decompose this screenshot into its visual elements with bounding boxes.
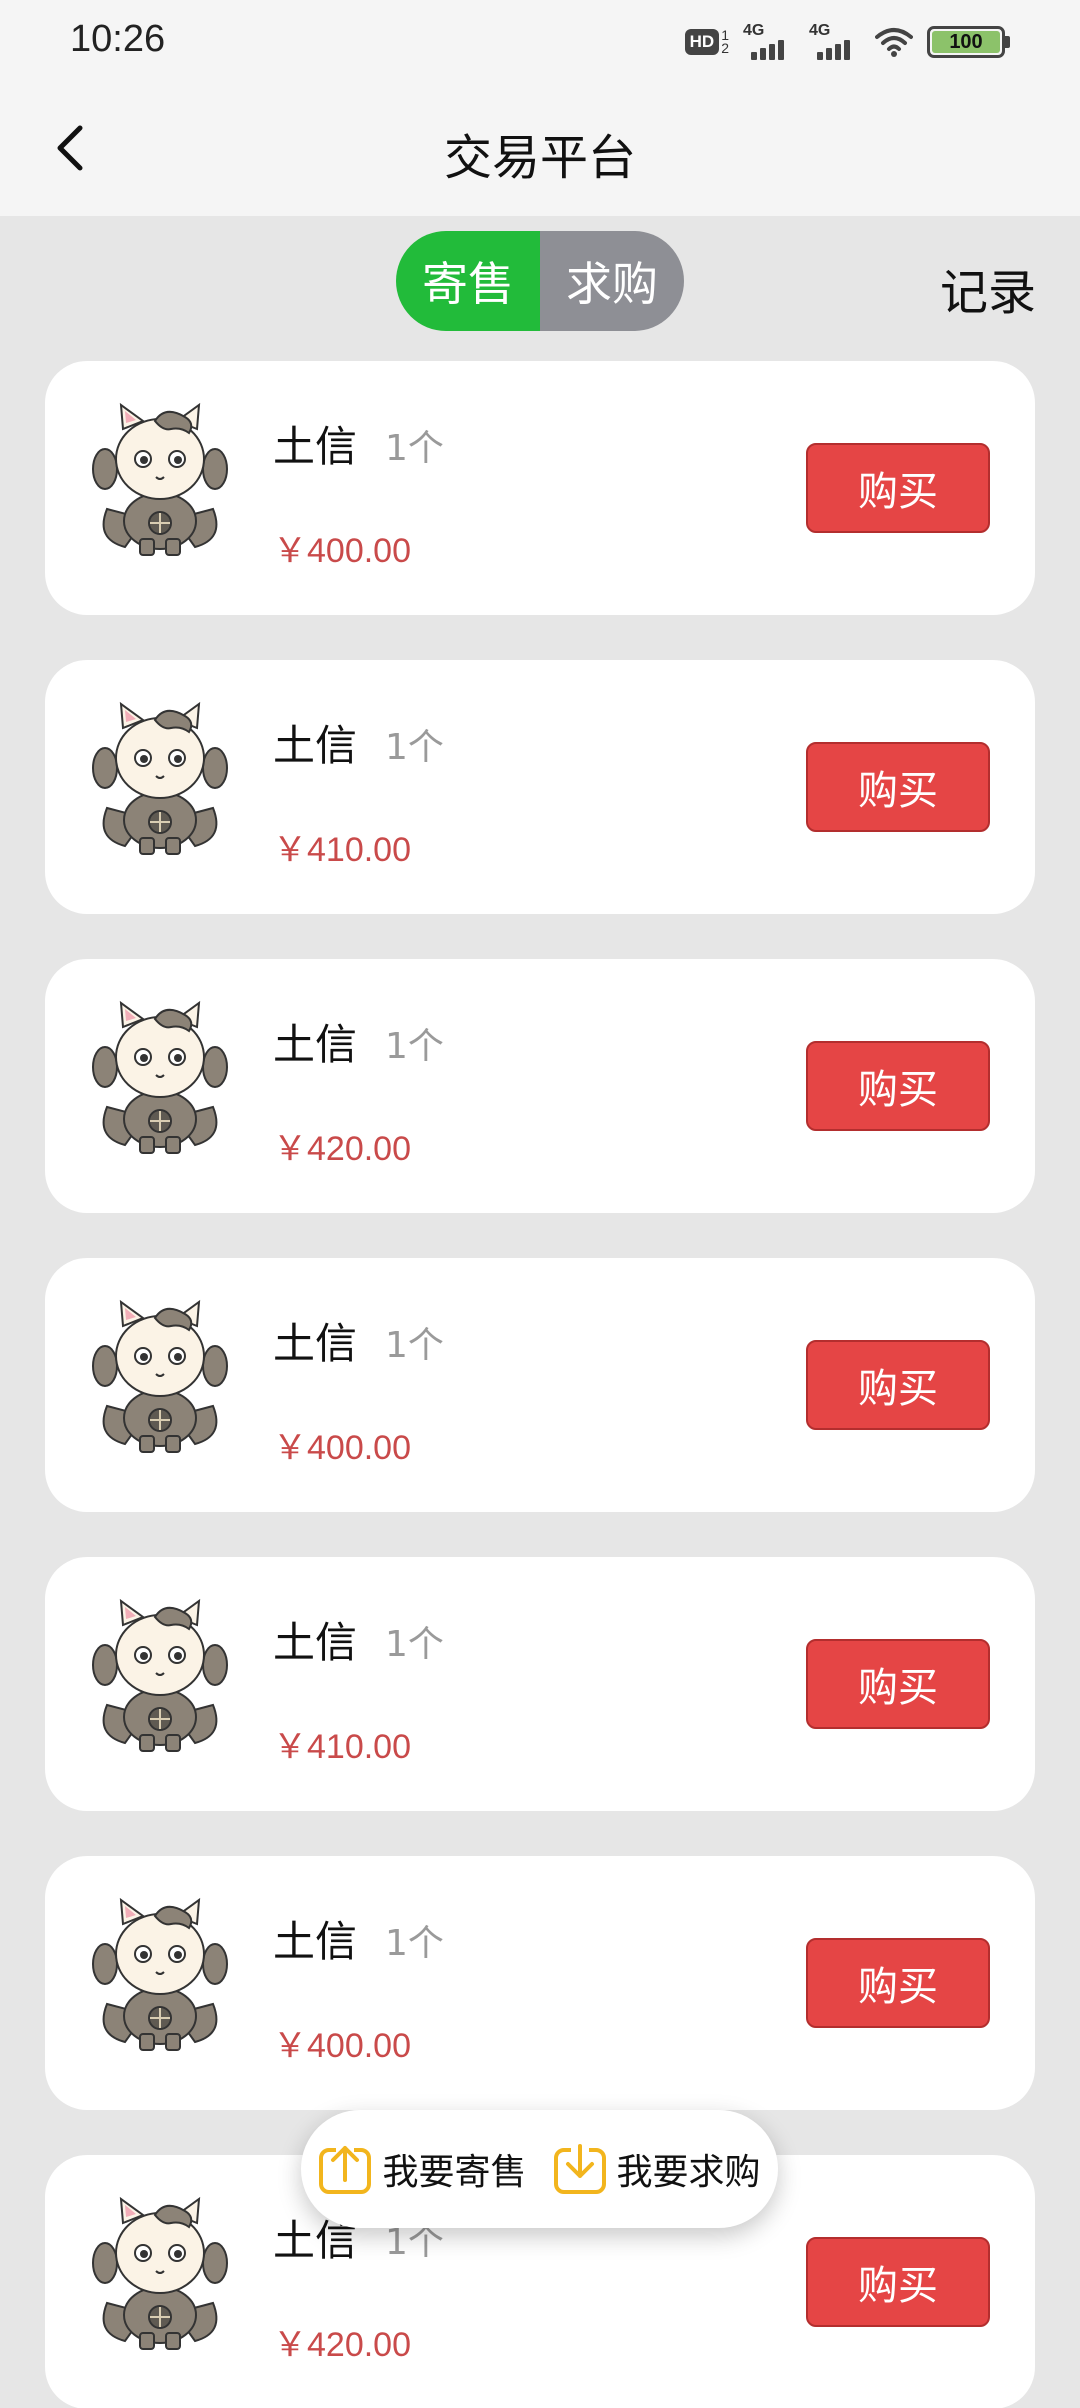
mode-toggle: 寄售 求购 bbox=[396, 231, 684, 331]
listing-card[interactable]: 土信 1个 ￥410.00 购买 bbox=[45, 660, 1035, 914]
item-price: ￥420.00 bbox=[273, 2326, 411, 2364]
item-quantity: 1个 bbox=[385, 727, 444, 768]
signal-icon-1: 4G bbox=[743, 22, 795, 60]
buy-button[interactable]: 购买 bbox=[806, 742, 990, 832]
item-price: ￥410.00 bbox=[273, 1728, 411, 1766]
upload-icon bbox=[319, 2146, 372, 2194]
item-quantity: 1个 bbox=[385, 1624, 444, 1665]
listing-card[interactable]: 土信 1个 ￥400.00 购买 bbox=[45, 1856, 1035, 2110]
listing-card[interactable]: 土信 1个 ￥400.00 购买 bbox=[45, 361, 1035, 615]
item-name: 土信 bbox=[273, 1020, 358, 1069]
status-icons: HD 1 2 4G 4G 100 bbox=[684, 22, 1010, 62]
buy-button[interactable]: 购买 bbox=[806, 1938, 990, 2028]
item-price: ￥400.00 bbox=[273, 1429, 411, 1467]
item-quantity: 1个 bbox=[385, 1325, 444, 1366]
item-cat-avatar bbox=[92, 402, 228, 556]
item-cat-avatar bbox=[92, 701, 228, 855]
wifi-icon bbox=[875, 28, 913, 57]
status-bar: 10:26 HD 1 2 4G 4G 100 bbox=[0, 0, 1080, 80]
item-quantity: 1个 bbox=[385, 1923, 444, 1964]
item-name: 土信 bbox=[273, 1917, 358, 1966]
item-cat-avatar bbox=[92, 2196, 228, 2350]
item-name: 土信 bbox=[273, 422, 358, 471]
listing-card[interactable]: 土信 1个 ￥420.00 购买 bbox=[45, 959, 1035, 1213]
item-price: ￥400.00 bbox=[273, 2027, 411, 2065]
item-quantity: 1个 bbox=[385, 1026, 444, 1067]
item-name: 土信 bbox=[273, 1618, 358, 1667]
battery-level: 100 bbox=[932, 31, 1000, 53]
signal-1-label: 4G bbox=[743, 22, 765, 39]
item-cat-avatar bbox=[92, 1000, 228, 1154]
hd-sub-bottom: 2 bbox=[721, 40, 729, 56]
listing-card[interactable]: 土信 1个 ￥410.00 购买 bbox=[45, 1557, 1035, 1811]
item-price: ￥420.00 bbox=[273, 1130, 411, 1168]
tab-sell[interactable]: 寄售 bbox=[396, 231, 540, 331]
buy-button[interactable]: 购买 bbox=[806, 1639, 990, 1729]
tab-buy-request[interactable]: 求购 bbox=[540, 231, 684, 331]
hd-sub: 1 2 bbox=[721, 28, 729, 56]
top-bar: 交易平台 bbox=[0, 80, 1080, 216]
item-name: 土信 bbox=[273, 1319, 358, 1368]
buy-button[interactable]: 购买 bbox=[806, 1340, 990, 1430]
item-price: ￥400.00 bbox=[273, 532, 411, 570]
hd-icon: HD 1 2 bbox=[684, 28, 729, 56]
want-buy-button[interactable]: 我要求购 bbox=[553, 2142, 761, 2196]
listing-card[interactable]: 土信 1个 ￥400.00 购买 bbox=[45, 1258, 1035, 1512]
buy-button[interactable]: 购买 bbox=[806, 1041, 990, 1131]
floating-action-bar: 我要寄售 我要求购 bbox=[301, 2110, 778, 2228]
buy-button[interactable]: 购买 bbox=[806, 2237, 990, 2327]
signal-2-label: 4G bbox=[809, 22, 831, 39]
want-sell-label: 我要寄售 bbox=[382, 2152, 527, 2193]
status-time: 10:26 bbox=[70, 18, 166, 60]
download-icon bbox=[553, 2144, 606, 2194]
item-name: 土信 bbox=[273, 721, 358, 770]
hd-label: HD bbox=[684, 29, 720, 55]
signal-icon-2: 4G bbox=[809, 22, 861, 60]
page-title: 交易平台 bbox=[443, 130, 636, 186]
item-price: ￥410.00 bbox=[273, 831, 411, 869]
item-cat-avatar bbox=[92, 1299, 228, 1453]
buy-button[interactable]: 购买 bbox=[806, 443, 990, 533]
battery-icon: 100 bbox=[927, 26, 1010, 58]
item-cat-avatar bbox=[92, 1598, 228, 1752]
item-quantity: 1个 bbox=[385, 428, 444, 469]
want-sell-button[interactable]: 我要寄售 bbox=[318, 2142, 527, 2196]
item-cat-avatar bbox=[92, 1897, 228, 2051]
record-link[interactable]: 记录 bbox=[940, 253, 1036, 323]
want-buy-label: 我要求购 bbox=[616, 2152, 761, 2193]
